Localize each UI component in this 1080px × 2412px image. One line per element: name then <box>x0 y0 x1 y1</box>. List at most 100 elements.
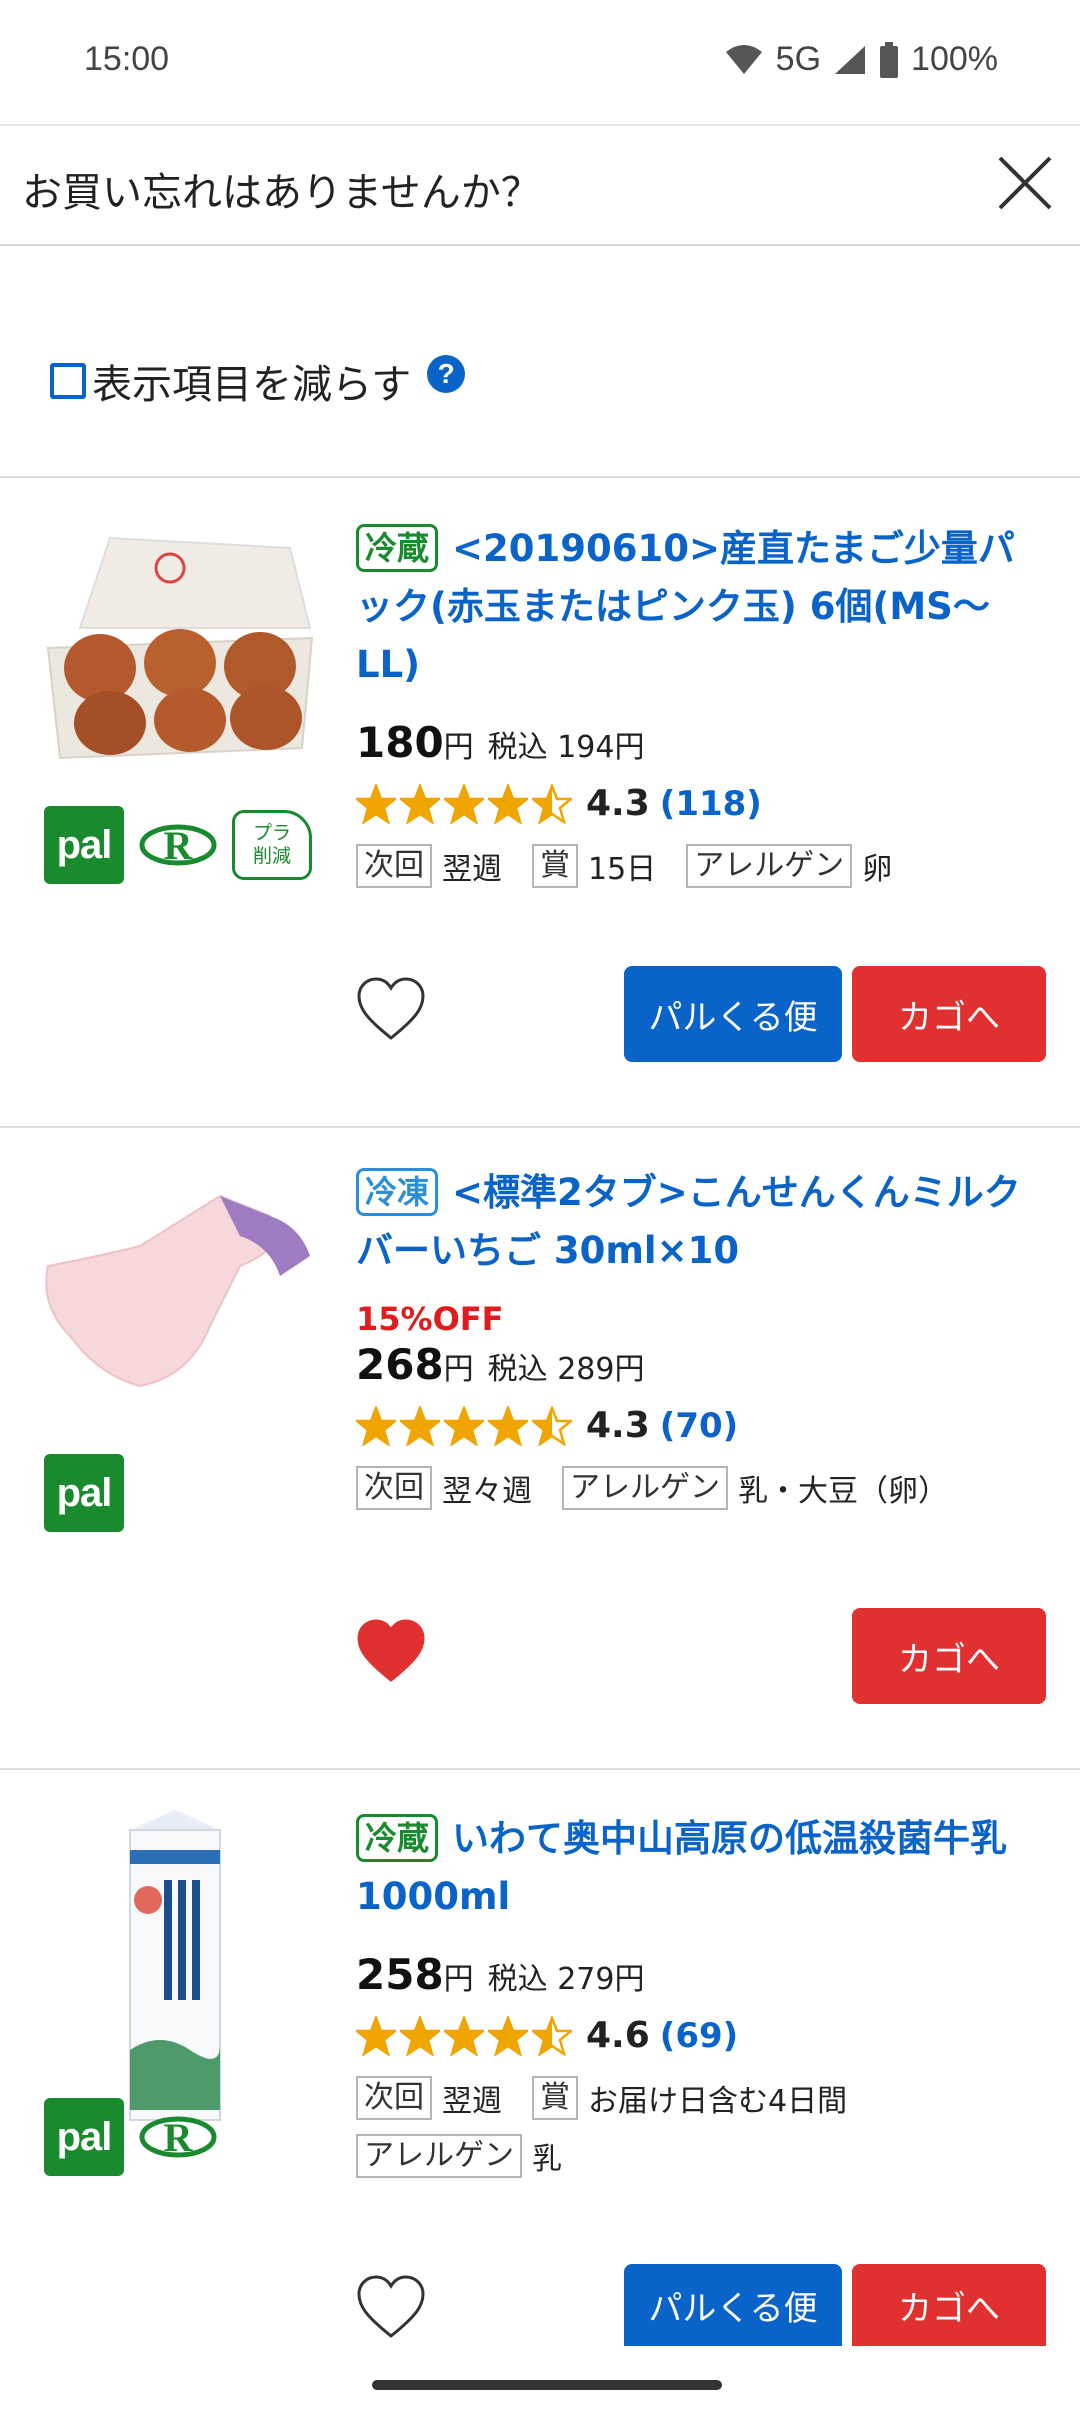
r-mark-icon: R <box>138 2098 218 2176</box>
star-icon <box>356 1405 396 1446</box>
product-image-eggs[interactable] <box>40 518 320 778</box>
price-row: 258 円 税込 279円 <box>356 1950 1046 1999</box>
price: 268 <box>356 1340 444 1389</box>
divider <box>0 476 1080 478</box>
star-rating <box>356 1405 572 1446</box>
next-delivery-value: 翌週 <box>442 852 502 887</box>
star-icon <box>356 2015 396 2056</box>
home-indicator[interactable] <box>372 2380 722 2390</box>
battery-label: 100% <box>911 40 998 78</box>
allergen-label: アレルゲン <box>356 2134 522 2178</box>
star-icon <box>444 783 484 824</box>
product-title: いわて奥中山高原の低温殺菌牛乳 1000ml <box>356 1817 1008 1918</box>
battery-icon <box>880 41 899 78</box>
star-icon <box>532 1405 572 1446</box>
star-icon <box>400 1405 440 1446</box>
help-icon[interactable]: ? <box>427 355 466 393</box>
plastic-reduction-label-2: 削減 <box>252 845 291 867</box>
add-to-cart-button[interactable]: カゴへ <box>852 966 1046 1062</box>
allergen-value: 乳 <box>532 2142 562 2177</box>
price-yen: 円 <box>443 1352 474 1387</box>
temp-tag: 冷蔵 <box>356 1814 439 1862</box>
reduce-items-label: 表示項目を減らす <box>92 362 412 408</box>
badge-row: pal R <box>44 2098 218 2176</box>
price-yen: 円 <box>443 1962 474 1997</box>
divider <box>0 1768 1080 1770</box>
star-icon <box>488 783 528 824</box>
pal-kuru-button[interactable]: パルくる便 <box>624 966 842 1062</box>
pal-kuru-button[interactable]: パルくる便 <box>624 2264 842 2346</box>
price-with-tax: 税込 194円 <box>487 730 645 765</box>
star-rating <box>356 2015 572 2056</box>
next-delivery-label: 次回 <box>356 1466 432 1510</box>
product-info: 冷蔵 <20190610>産直たまご少量パック(赤玉またはピンク玉) 6個(MS〜… <box>356 520 1046 888</box>
price-yen: 円 <box>443 730 474 765</box>
svg-text:R: R <box>164 2115 194 2160</box>
allergen-label: アレルゲン <box>686 844 853 888</box>
allergen-value: 乳・大豆（卵） <box>738 1474 948 1509</box>
status-bar: 15:00 5G 100% <box>0 0 1080 124</box>
star-icon <box>532 2015 572 2056</box>
star-icon <box>400 2015 440 2056</box>
product-actions: カゴへ <box>356 1608 1046 1708</box>
price: 180 <box>356 718 444 767</box>
product-actions: パルくる便 カゴへ <box>356 2264 1046 2364</box>
pal-badge: pal <box>44 2098 124 2176</box>
meta-row: 次回 翌々週 アレルゲン 乳・大豆（卵） <box>356 1466 1046 1510</box>
reduce-items-option[interactable]: 表示項目を減らす ? <box>50 352 466 410</box>
dialog-title: お買い忘れはありませんか？ <box>22 170 541 216</box>
reduce-items-checkbox[interactable] <box>50 363 86 399</box>
price-with-tax: 税込 289円 <box>487 1352 645 1387</box>
pal-badge: pal <box>44 1454 124 1532</box>
expiry-label: 賞 <box>532 2076 578 2120</box>
product-title-link[interactable]: 冷蔵 いわて奥中山高原の低温殺菌牛乳 1000ml <box>356 1810 1046 1926</box>
star-icon <box>400 783 440 824</box>
add-to-cart-button[interactable]: カゴへ <box>852 1608 1046 1704</box>
product-info: 冷凍 <標準2タブ>こんせんくんミルクバーいちご 30ml×10 15%OFF 2… <box>356 1164 1046 1510</box>
temp-tag: 冷蔵 <box>356 524 439 572</box>
pal-badge: pal <box>44 806 124 884</box>
allergen-value: 卵 <box>862 852 893 887</box>
product-actions: パルくる便 カゴへ <box>356 966 1046 1066</box>
price: 258 <box>356 1950 444 1999</box>
price-with-tax: 税込 279円 <box>487 1962 645 1997</box>
product-title: <20190610>産直たまご少量パック(赤玉またはピンク玉) 6個(MS〜LL… <box>356 527 1015 686</box>
price-row: 268 円 税込 289円 <box>356 1340 1046 1389</box>
plastic-reduction-label-1: プラ <box>252 822 291 845</box>
network-label: 5G <box>775 40 822 78</box>
add-to-cart-button[interactable]: カゴへ <box>852 2264 1046 2346</box>
svg-text:R: R <box>164 823 194 868</box>
favorite-heart-icon[interactable] <box>356 1618 426 1684</box>
badge-row: pal R プラ 削減 <box>44 806 312 884</box>
rating-score: 4.3 <box>586 1405 650 1446</box>
badge-row: pal <box>44 1454 124 1532</box>
status-time: 15:00 <box>84 40 170 78</box>
review-count-link[interactable]: (118) <box>660 784 762 824</box>
product-title-link[interactable]: 冷蔵 <20190610>産直たまご少量パック(赤玉またはピンク玉) 6個(MS〜… <box>356 520 1046 694</box>
favorite-heart-icon[interactable] <box>356 2274 426 2340</box>
star-icon <box>488 1405 528 1446</box>
review-count-link[interactable]: (69) <box>660 2016 738 2056</box>
r-mark-icon: R <box>138 806 218 884</box>
review-count-link[interactable]: (70) <box>660 1406 738 1446</box>
expiry-value: 15日 <box>588 852 657 887</box>
discount-label: 15%OFF <box>356 1300 504 1338</box>
star-icon <box>356 783 396 824</box>
price-row: 180 円 税込 194円 <box>356 718 1046 767</box>
star-icon <box>444 2015 484 2056</box>
plastic-reduction-badge: プラ 削減 <box>232 810 312 880</box>
rating-score: 4.3 <box>586 783 650 824</box>
expiry-label: 賞 <box>532 844 578 888</box>
product-title-link[interactable]: 冷凍 <標準2タブ>こんせんくんミルクバーいちご 30ml×10 <box>356 1164 1046 1280</box>
divider <box>0 1126 1080 1128</box>
product-image-milk[interactable] <box>120 1810 230 2130</box>
next-delivery-value: 翌々週 <box>442 1474 532 1509</box>
temp-tag: 冷凍 <box>356 1168 439 1216</box>
close-button[interactable] <box>988 146 1062 220</box>
star-icon <box>444 1405 484 1446</box>
expiry-value: お届け日含む4日間 <box>588 2084 848 2119</box>
favorite-heart-icon[interactable] <box>356 976 426 1042</box>
allergen-label: アレルゲン <box>562 1466 728 1510</box>
star-icon <box>532 783 572 824</box>
product-image-milkbar[interactable] <box>40 1176 320 1436</box>
